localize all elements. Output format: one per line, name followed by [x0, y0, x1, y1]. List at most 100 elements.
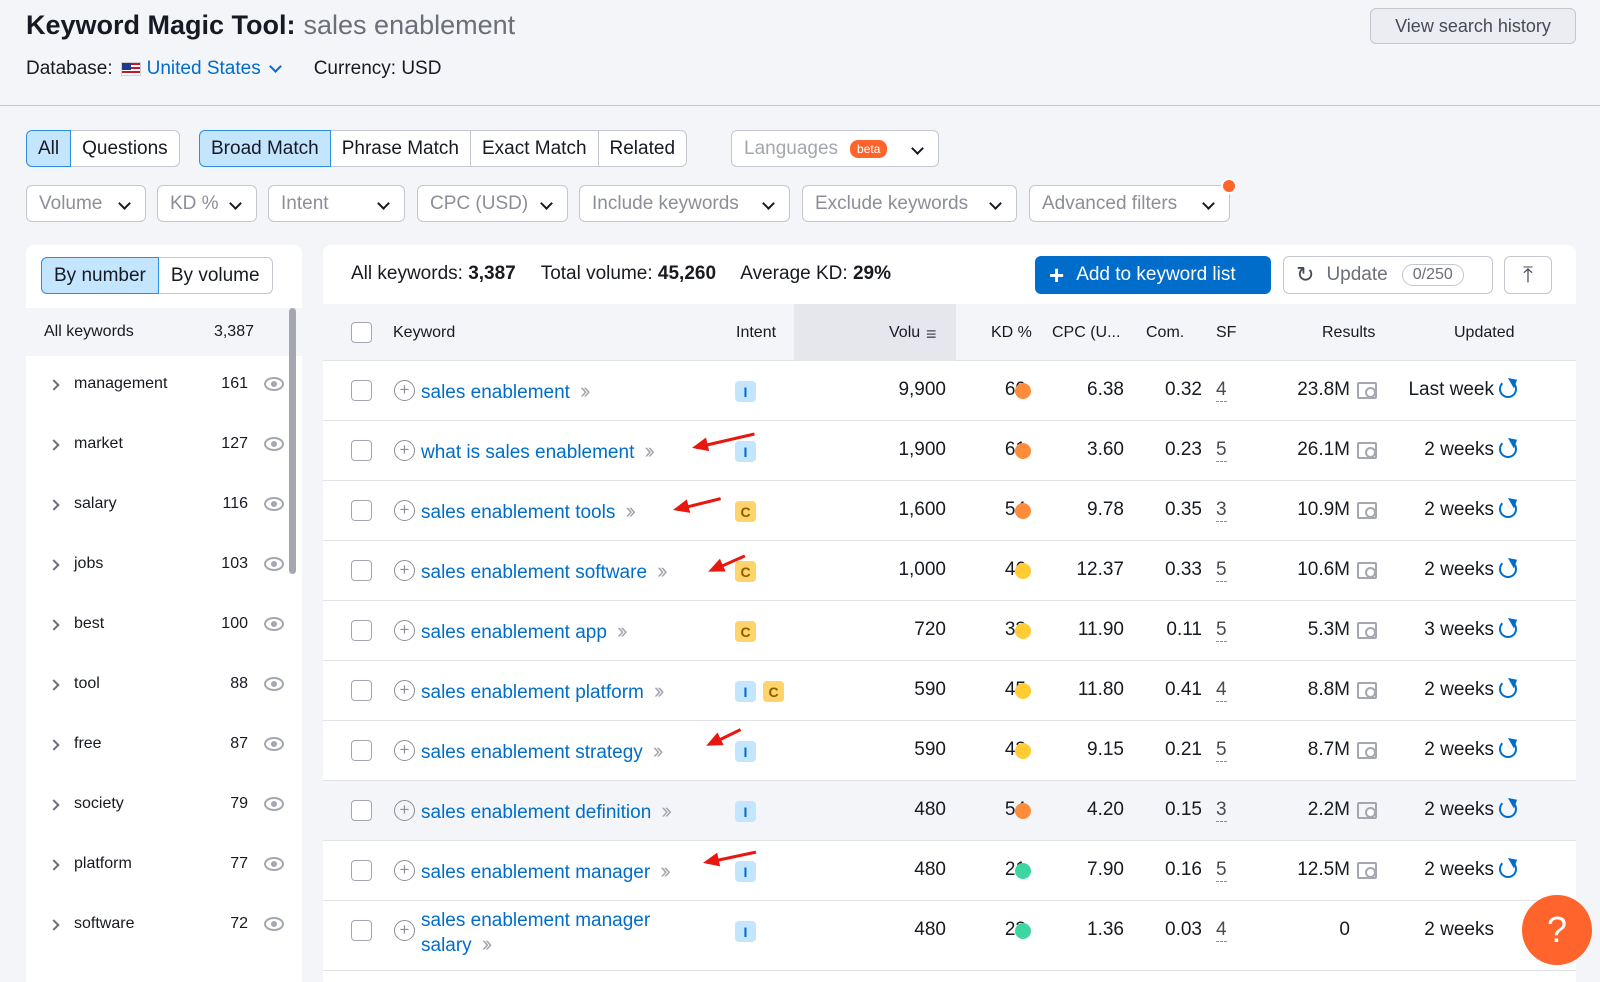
- col-keyword[interactable]: Keyword: [393, 324, 455, 342]
- col-sf[interactable]: SF: [1216, 324, 1236, 342]
- eye-icon[interactable]: [264, 377, 284, 391]
- table-row[interactable]: +sales enablement software››C1,0004612.3…: [323, 541, 1576, 601]
- refresh-icon[interactable]: [1499, 740, 1517, 758]
- double-chevron-icon[interactable]: ››: [660, 858, 670, 883]
- scrollbar[interactable]: [289, 308, 296, 574]
- keyword-link[interactable]: sales enablement software ››: [421, 558, 667, 584]
- select-all-checkbox[interactable]: [351, 322, 372, 343]
- sort-icon[interactable]: ≡: [926, 324, 937, 345]
- eye-icon[interactable]: [264, 797, 284, 811]
- keyword-link[interactable]: sales enablement app ››: [421, 618, 627, 644]
- sidebar-group-item[interactable]: salary 116: [26, 476, 288, 536]
- refresh-icon[interactable]: [1499, 500, 1517, 518]
- kd-filter[interactable]: KD %: [157, 185, 257, 222]
- eye-icon[interactable]: [264, 437, 284, 451]
- add-keyword-icon[interactable]: +: [394, 620, 415, 641]
- chevron-right-icon[interactable]: [48, 499, 60, 511]
- chevron-down-icon[interactable]: [268, 59, 282, 73]
- chevron-right-icon[interactable]: [48, 859, 60, 871]
- col-cpc[interactable]: CPC (U...: [1052, 324, 1120, 342]
- cpc-filter[interactable]: CPC (USD): [417, 185, 568, 222]
- chevron-right-icon[interactable]: [48, 919, 60, 931]
- eye-icon[interactable]: [264, 737, 284, 751]
- serp-icon[interactable]: [1357, 622, 1377, 639]
- tab-broad-match[interactable]: Broad Match: [199, 130, 331, 167]
- keyword-link[interactable]: what is sales enablement ››: [421, 438, 655, 464]
- add-keyword-icon[interactable]: +: [394, 380, 415, 401]
- sidebar-group-item[interactable]: society 79: [26, 776, 288, 836]
- eye-icon[interactable]: [264, 677, 284, 691]
- col-com[interactable]: Com.: [1146, 324, 1184, 342]
- intent-filter[interactable]: Intent: [268, 185, 405, 222]
- col-results[interactable]: Results: [1322, 324, 1375, 342]
- serp-features-count[interactable]: 5: [1216, 559, 1227, 582]
- serp-features-count[interactable]: 3: [1216, 499, 1227, 522]
- tab-questions[interactable]: Questions: [70, 130, 180, 167]
- double-chevron-icon[interactable]: ››: [661, 798, 671, 823]
- row-checkbox[interactable]: [351, 500, 372, 521]
- keyword-link[interactable]: sales enablement manager ››: [421, 858, 671, 884]
- refresh-icon[interactable]: [1499, 680, 1517, 698]
- chevron-right-icon[interactable]: [48, 619, 60, 631]
- row-checkbox[interactable]: [351, 680, 372, 701]
- col-intent[interactable]: Intent: [736, 324, 776, 342]
- table-row[interactable]: +sales enablement manager salary››I48023…: [323, 901, 1576, 971]
- serp-features-count[interactable]: 3: [1216, 799, 1227, 822]
- refresh-icon[interactable]: [1499, 440, 1517, 458]
- row-checkbox[interactable]: [351, 800, 372, 821]
- add-keyword-icon[interactable]: +: [394, 440, 415, 461]
- row-checkbox[interactable]: [351, 380, 372, 401]
- add-keyword-icon[interactable]: +: [394, 800, 415, 821]
- eye-icon[interactable]: [264, 497, 284, 511]
- row-checkbox[interactable]: [351, 560, 372, 581]
- database-selector[interactable]: United States: [147, 58, 261, 80]
- sidebar-group-item[interactable]: jobs 103: [26, 536, 288, 596]
- double-chevron-icon[interactable]: ››: [625, 498, 635, 523]
- serp-features-count[interactable]: 4: [1216, 679, 1227, 702]
- add-keyword-icon[interactable]: +: [394, 860, 415, 881]
- sidebar-group-item[interactable]: best 100: [26, 596, 288, 656]
- add-keyword-icon[interactable]: +: [394, 680, 415, 701]
- tab-all[interactable]: All: [26, 130, 72, 167]
- serp-icon[interactable]: [1357, 802, 1377, 819]
- tab-by-volume[interactable]: By volume: [157, 257, 273, 294]
- tab-related[interactable]: Related: [597, 130, 688, 167]
- table-row[interactable]: +sales enablement››I9,900606.380.32423.8…: [323, 361, 1576, 421]
- serp-features-count[interactable]: 4: [1216, 919, 1227, 942]
- sidebar-group-item[interactable]: market 127: [26, 416, 288, 476]
- add-keyword-icon[interactable]: +: [394, 560, 415, 581]
- sidebar-group-item[interactable]: free 87: [26, 716, 288, 776]
- add-to-keyword-list-button[interactable]: + Add to keyword list: [1035, 256, 1271, 294]
- col-updated[interactable]: Updated: [1454, 324, 1515, 342]
- table-row[interactable]: +sales enablement manager››I480217.900.1…: [323, 841, 1576, 901]
- serp-icon[interactable]: [1357, 382, 1377, 399]
- table-row[interactable]: +sales enablement definition››I480544.20…: [323, 781, 1576, 841]
- eye-icon[interactable]: [264, 557, 284, 571]
- keyword-link[interactable]: sales enablement definition ››: [421, 798, 672, 824]
- add-keyword-icon[interactable]: +: [394, 500, 415, 521]
- col-kd[interactable]: KD %: [991, 324, 1032, 342]
- double-chevron-icon[interactable]: ››: [482, 931, 492, 956]
- serp-icon[interactable]: [1357, 562, 1377, 579]
- keyword-link[interactable]: sales enablement tools ››: [421, 498, 636, 524]
- tab-by-number[interactable]: By number: [41, 257, 159, 294]
- serp-features-count[interactable]: 4: [1216, 379, 1227, 402]
- refresh-icon[interactable]: [1499, 560, 1517, 578]
- serp-icon[interactable]: [1357, 682, 1377, 699]
- table-row[interactable]: +sales enablement tools››C1,600549.780.3…: [323, 481, 1576, 541]
- sidebar-group-item[interactable]: software 72: [26, 896, 288, 956]
- refresh-icon[interactable]: [1499, 860, 1517, 878]
- advanced-filters[interactable]: Advanced filters: [1029, 178, 1237, 222]
- sidebar-group-item[interactable]: platform 77: [26, 836, 288, 896]
- chevron-right-icon[interactable]: [48, 379, 60, 391]
- refresh-icon[interactable]: [1499, 620, 1517, 638]
- languages-dropdown[interactable]: Languages beta: [731, 130, 939, 167]
- add-keyword-icon[interactable]: +: [394, 740, 415, 761]
- eye-icon[interactable]: [264, 857, 284, 871]
- row-checkbox[interactable]: [351, 920, 372, 941]
- update-button[interactable]: ↻ Update 0/250: [1283, 256, 1493, 294]
- serp-features-count[interactable]: 5: [1216, 859, 1227, 882]
- double-chevron-icon[interactable]: ››: [653, 738, 663, 763]
- eye-icon[interactable]: [264, 617, 284, 631]
- serp-features-count[interactable]: 5: [1216, 739, 1227, 762]
